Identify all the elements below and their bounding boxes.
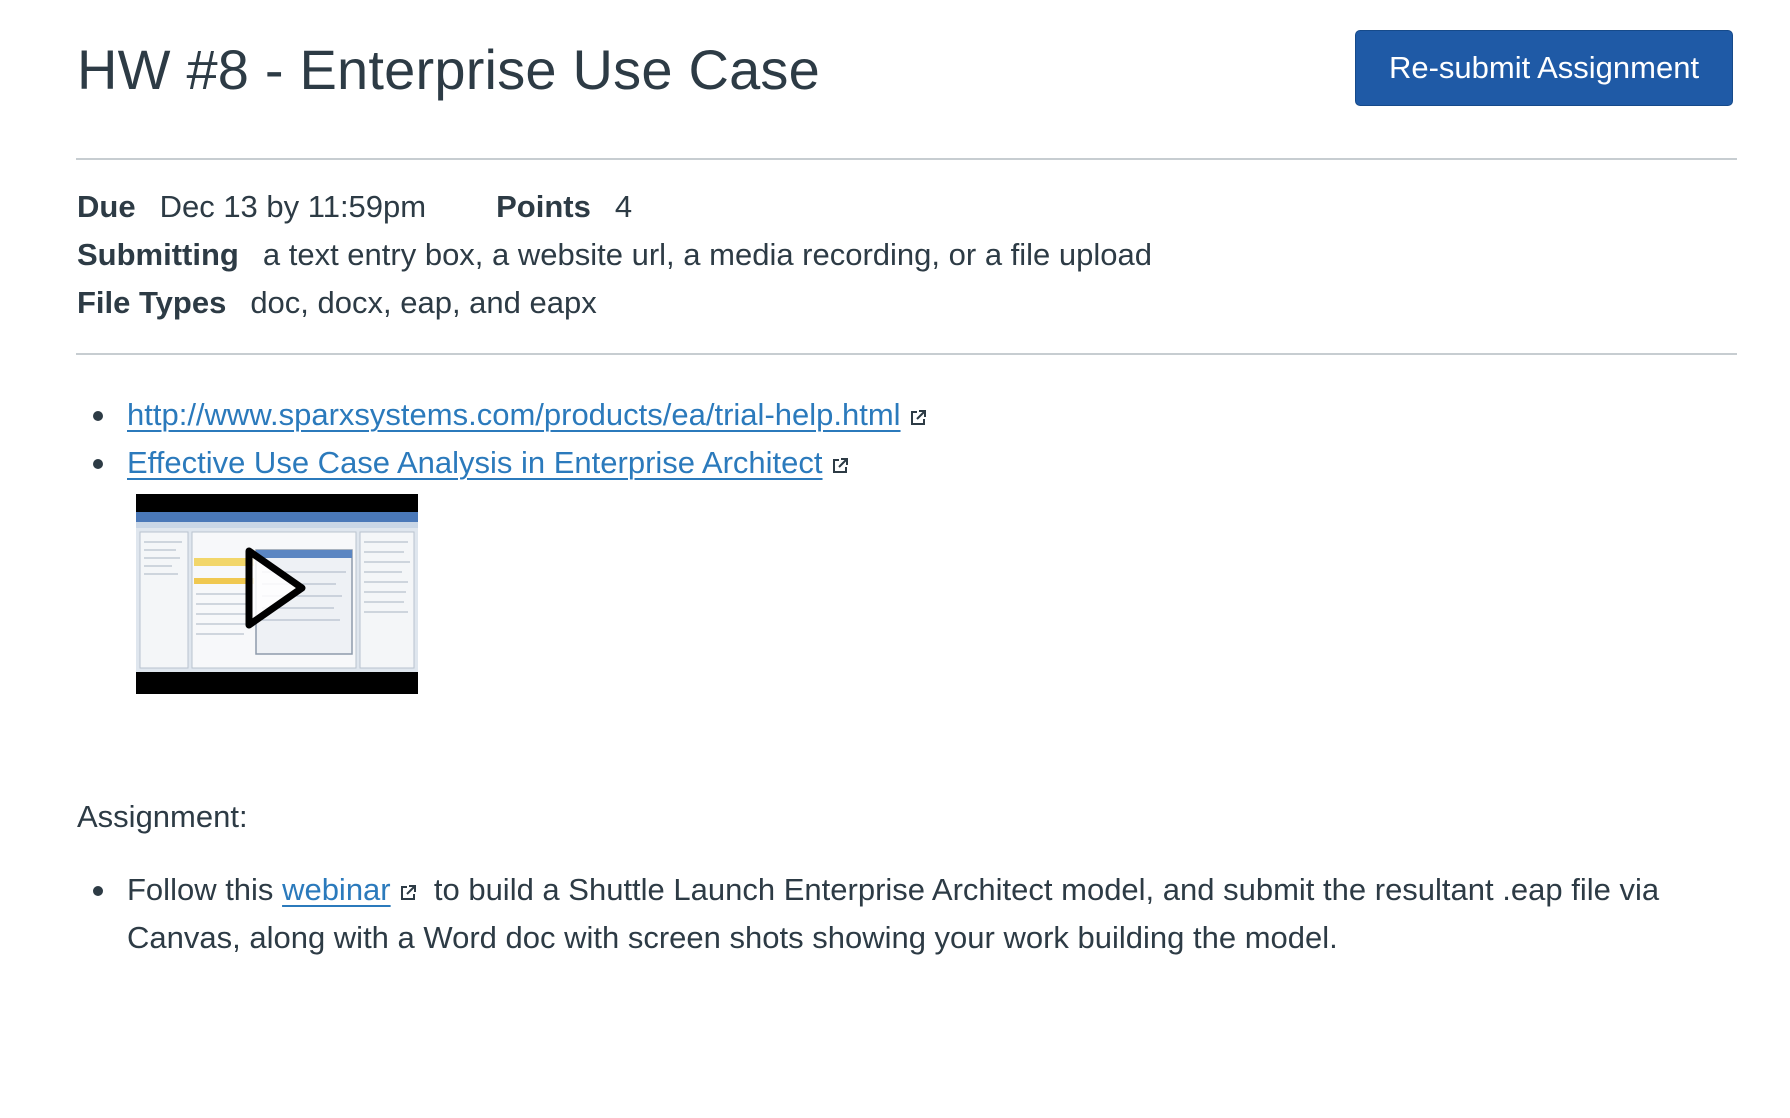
bullet [93, 459, 103, 469]
assignment-heading: Assignment: [77, 799, 248, 834]
external-link-icon [909, 409, 927, 427]
task-text: Follow this webinar to build a Shuttle L… [127, 866, 1727, 962]
task-prefix: Follow this [127, 872, 274, 907]
assignment-page: HW #8 - Enterprise Use Case Re-submit As… [0, 0, 1790, 1118]
submitting-label: Submitting [77, 237, 239, 272]
task-line-1: Follow this webinar to build a Shuttle L… [127, 866, 1727, 914]
file-types-label: File Types [77, 285, 227, 320]
points-value: 4 [614, 189, 633, 224]
external-link-icon [831, 457, 849, 475]
external-link-icon [399, 884, 417, 902]
due-value: Dec 13 by 11:59pm [159, 189, 427, 224]
bullet [93, 411, 103, 421]
play-icon [245, 547, 306, 629]
due-label: Due [77, 189, 136, 224]
submitting-row: Submitting a text entry box, a website ur… [77, 231, 1152, 279]
points-label: Points [496, 189, 591, 224]
resubmit-assignment-button[interactable]: Re-submit Assignment [1355, 30, 1733, 106]
page-title: HW #8 - Enterprise Use Case [77, 38, 820, 101]
file-types-value: doc, docx, eap, and eapx [250, 285, 597, 320]
trial-help-link[interactable]: http://www.sparxsystems.com/products/ea/… [127, 391, 927, 439]
task-suffix: to build a Shuttle Launch Enterprise Arc… [433, 872, 1660, 907]
video-thumbnail[interactable] [136, 494, 418, 694]
file-types-row: File Types doc, docx, eap, and eapx [77, 279, 1152, 327]
header-divider [76, 158, 1737, 160]
details-divider [76, 353, 1737, 355]
submitting-value: a text entry box, a website url, a media… [262, 237, 1153, 272]
webinar-link[interactable]: webinar [282, 872, 391, 907]
bullet [93, 886, 103, 896]
task-line-2: Canvas, along with a Word doc with scree… [127, 920, 1338, 955]
use-case-analysis-link[interactable]: Effective Use Case Analysis in Enterpris… [127, 439, 849, 487]
due-points-row: Due Dec 13 by 11:59pm Points 4 [77, 183, 1152, 231]
assignment-details: Due Dec 13 by 11:59pm Points 4 Submitting a … [77, 183, 1152, 327]
